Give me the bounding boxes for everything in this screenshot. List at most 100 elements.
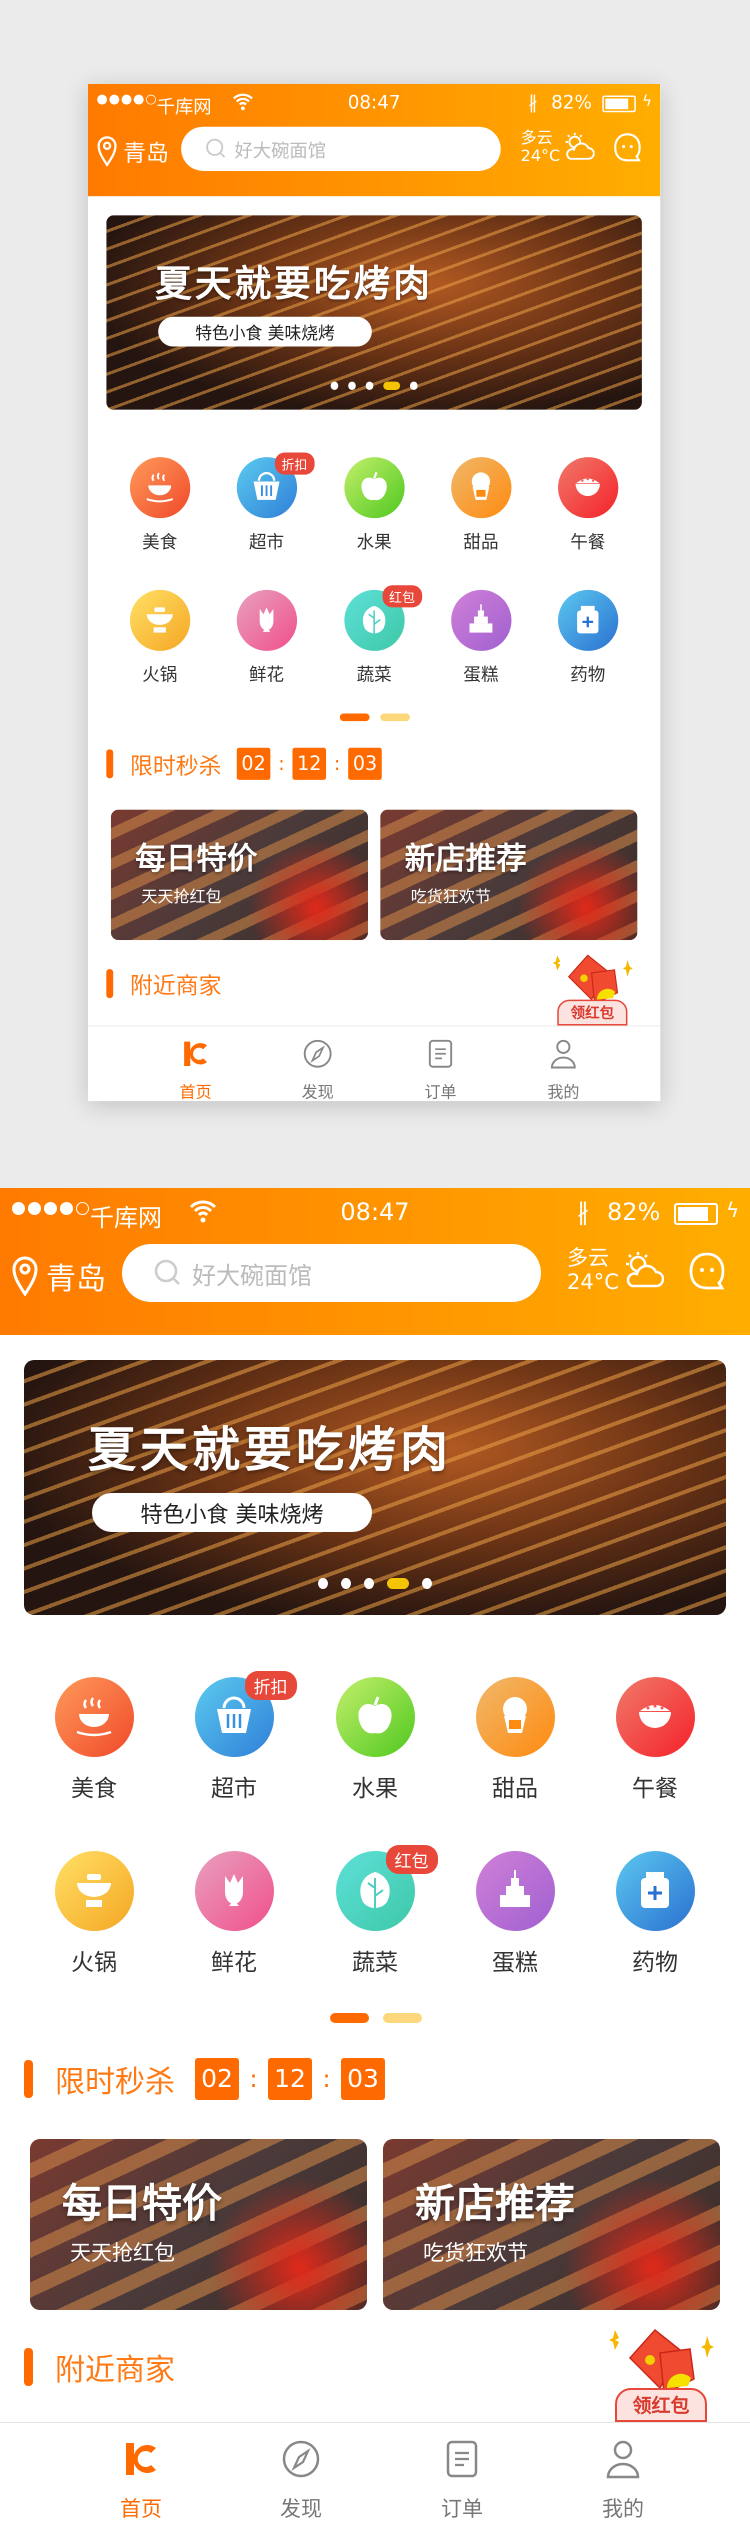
banner-dot-active[interactable]	[383, 381, 401, 390]
countdown-timer: 02: 12: 03	[236, 747, 382, 780]
category-medicine[interactable]: 药物	[542, 589, 634, 686]
soup-bowl-icon	[54, 1677, 134, 1757]
category-rice-bowl[interactable]: 午餐	[542, 457, 634, 553]
weather: 多云 24°C	[521, 128, 561, 165]
promo-card-subtitle: 吃货狂欢节	[410, 887, 491, 906]
banner-dot[interactable]	[409, 381, 418, 390]
tab-orders[interactable]: 订单	[402, 2439, 522, 2521]
tab-profile[interactable]: 我的	[563, 2439, 683, 2521]
flash-sale-header: 限时秒杀 02: 12: 03	[24, 2058, 385, 2100]
cake-icon	[450, 589, 512, 651]
promo-card-new-store[interactable]: 新店推荐 吃货狂欢节	[380, 809, 638, 941]
flower-icon	[194, 1851, 274, 1931]
category-soup-bowl[interactable]: 美食	[34, 1677, 154, 1803]
banner-dot[interactable]	[364, 1578, 374, 1589]
banner-dot[interactable]	[318, 1578, 328, 1589]
category-soup-bowl[interactable]: 美食	[114, 457, 206, 553]
nearby-title: 附近商家	[129, 972, 222, 1000]
category-flower[interactable]: 鲜花	[174, 1851, 294, 1977]
basket-icon: 折扣	[194, 1671, 297, 1757]
countdown-minutes: 12	[292, 747, 327, 780]
category-label: 蛋糕	[463, 665, 499, 686]
home-logo-icon	[126, 2443, 156, 2475]
banner-dot[interactable]	[330, 381, 339, 390]
page-dot-active[interactable]	[330, 2013, 369, 2023]
user-icon	[550, 1039, 576, 1069]
compass-icon	[282, 2440, 320, 2478]
status-bar: 千库网 08:47 ∦ 82% ϟ	[88, 84, 660, 124]
promo-card-daily-deal[interactable]: 每日特价 天天抢红包	[30, 2139, 367, 2310]
banner-dot[interactable]	[348, 381, 356, 390]
category-cake[interactable]: 蛋糕	[435, 589, 527, 686]
promo-banner[interactable]: 夏天就要吃烤肉 特色小食 美味烧烤	[106, 215, 642, 410]
countdown-seconds: 03	[341, 2058, 385, 2100]
category-flower[interactable]: 鲜花	[221, 589, 313, 686]
category-rice-bowl[interactable]: 午餐	[595, 1677, 715, 1803]
category-hotpot[interactable]: 火锅	[34, 1851, 154, 1977]
category-label: 鲜花	[211, 1950, 257, 1976]
promo-card-title: 每日特价	[135, 841, 258, 877]
rice-bowl-icon	[557, 457, 618, 519]
order-icon	[446, 2440, 478, 2478]
order-icon	[428, 1039, 453, 1068]
category-leaf[interactable]: 红包 蔬菜	[328, 585, 422, 686]
basket-icon: 折扣	[236, 452, 315, 519]
compass-icon	[303, 1039, 332, 1068]
message-icon[interactable]	[688, 1252, 726, 1292]
promo-card-subtitle: 吃货狂欢节	[423, 2241, 528, 2265]
banner-subtitle: 特色小食 美味烧烤	[158, 316, 372, 347]
category-label: 午餐	[632, 1776, 678, 1802]
banner-pagination	[106, 381, 642, 390]
bottom-tab-bar: 首页 发现 订单 我的	[0, 2422, 750, 2521]
search-input[interactable]: 好大碗面馆	[122, 1244, 541, 1302]
category-leaf[interactable]: 红包 蔬菜	[315, 1845, 438, 1977]
countdown-timer: 02: 12: 03	[195, 2058, 385, 2100]
apple-icon	[335, 1677, 415, 1757]
banner-dot[interactable]	[422, 1578, 432, 1589]
category-cupcake[interactable]: 甜品	[435, 457, 527, 553]
category-label: 药物	[632, 1950, 678, 1976]
category-apple[interactable]: 水果	[328, 457, 420, 553]
nearby-header: 附近商家	[24, 2347, 175, 2388]
tab-home[interactable]: 首页	[150, 1039, 242, 1101]
page-dot[interactable]	[383, 2013, 422, 2023]
category-label: 甜品	[492, 1776, 538, 1802]
promo-card-daily-deal[interactable]: 每日特价 天天抢红包	[110, 809, 369, 941]
category-basket[interactable]: 折扣 超市	[174, 1671, 297, 1803]
tab-home[interactable]: 首页	[81, 2439, 201, 2521]
location-pin-icon	[97, 136, 117, 167]
red-envelope-button[interactable]: 领红包	[605, 2328, 717, 2422]
tab-discover[interactable]: 发现	[241, 2439, 361, 2521]
category-label: 蔬菜	[352, 1950, 398, 1976]
location-selector[interactable]: 青岛	[97, 134, 169, 168]
banner-subtitle: 特色小食 美味烧烤	[92, 1493, 372, 1532]
banner-dot[interactable]	[365, 381, 374, 390]
flower-icon	[236, 589, 297, 651]
search-input[interactable]: 好大碗面馆	[181, 126, 501, 171]
red-envelope-button[interactable]: 领红包	[550, 954, 635, 1026]
bottom-tab-bar: 首页 发现 订单 我的	[88, 1025, 661, 1102]
countdown-minutes: 12	[268, 2058, 312, 2100]
banner-dot-active[interactable]	[387, 1578, 409, 1589]
tab-discover[interactable]: 发现	[272, 1039, 364, 1101]
message-icon[interactable]	[613, 133, 642, 164]
page-dot-active[interactable]	[339, 713, 370, 722]
category-cake[interactable]: 蛋糕	[455, 1851, 575, 1977]
category-hotpot[interactable]: 火锅	[114, 589, 206, 686]
battery-percent: 82%	[551, 91, 592, 113]
category-apple[interactable]: 水果	[315, 1677, 435, 1803]
red-envelope-label: 领红包	[615, 2388, 707, 2422]
location-selector[interactable]: 青岛	[12, 1254, 106, 1298]
promo-card-new-store[interactable]: 新店推荐 吃货狂欢节	[383, 2139, 720, 2310]
red-envelope-label: 领红包	[557, 999, 628, 1026]
banner-dot[interactable]	[341, 1578, 351, 1589]
banner-pagination	[24, 1578, 726, 1589]
category-cupcake[interactable]: 甜品	[455, 1677, 575, 1803]
promo-banner[interactable]: 夏天就要吃烤肉 特色小食 美味烧烤	[24, 1360, 726, 1615]
category-basket[interactable]: 折扣 超市	[221, 452, 315, 553]
tab-profile[interactable]: 我的	[518, 1039, 610, 1101]
tab-label: 发现	[280, 2497, 322, 2521]
page-dot[interactable]	[380, 713, 410, 722]
tab-orders[interactable]: 订单	[395, 1039, 487, 1101]
category-medicine[interactable]: 药物	[595, 1851, 715, 1977]
